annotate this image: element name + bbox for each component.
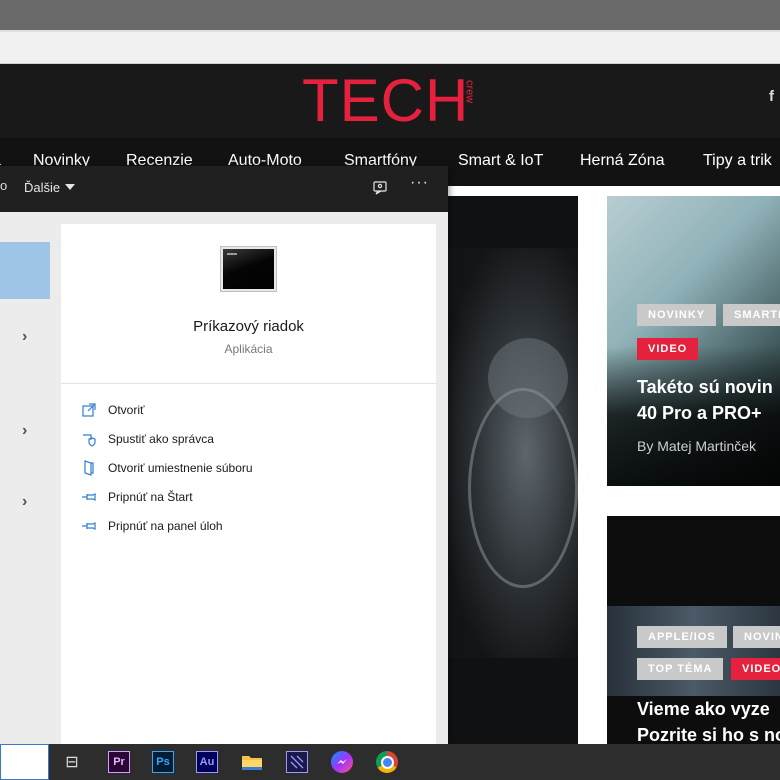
app-detail-pane: Príkazový riadok Aplikácia Otvoriť Spust… bbox=[61, 224, 436, 744]
article-title-line[interactable]: 40 Pro a PRO+ bbox=[637, 400, 762, 426]
shield-icon bbox=[83, 434, 96, 447]
command-prompt-icon-screen bbox=[223, 249, 274, 289]
tag-video[interactable]: VIDEO bbox=[637, 338, 699, 360]
action-open-file-location[interactable]: Otvoriť umiestnenie súboru bbox=[81, 458, 253, 478]
article-card[interactable]: NOVINKY SMARTF VIDEO Takéto sú novin 40 … bbox=[607, 196, 780, 486]
action-pin-to-start[interactable]: Pripnúť na Štart bbox=[81, 487, 193, 507]
hero-image-detail bbox=[468, 388, 578, 588]
action-label: Spustiť ako správca bbox=[108, 432, 214, 446]
windows-search-panel: o Ďalšie ··· › › › Príkazový riadok Apli… bbox=[0, 166, 448, 744]
pin-icon bbox=[82, 522, 96, 530]
more-filters-label: Ďalšie bbox=[24, 180, 61, 195]
best-match-item[interactable] bbox=[0, 242, 50, 299]
messenger-icon[interactable] bbox=[331, 751, 353, 773]
hero-article-image[interactable] bbox=[448, 196, 578, 744]
article-title-line[interactable]: Pozrite si ho s no bbox=[637, 722, 780, 744]
article-author: By Matej Martinček bbox=[637, 438, 757, 454]
chevron-right-icon[interactable]: › bbox=[22, 422, 27, 440]
audition-icon[interactable]: Au bbox=[196, 751, 218, 773]
tag-novinky[interactable]: NOVIN bbox=[733, 626, 780, 648]
article-card-image bbox=[607, 606, 780, 696]
open-icon bbox=[82, 403, 96, 417]
premiere-pro-icon[interactable]: Pr bbox=[108, 751, 130, 773]
taskbar-search-input[interactable] bbox=[0, 744, 49, 780]
tag-video[interactable]: VIDEO bbox=[731, 658, 780, 680]
more-options-icon[interactable]: ··· bbox=[410, 174, 429, 192]
divider bbox=[61, 383, 436, 384]
caret-down-icon bbox=[65, 184, 76, 190]
browser-title-bar bbox=[0, 0, 780, 30]
file-location-icon bbox=[84, 460, 94, 476]
logo-subtext: crew bbox=[463, 80, 476, 104]
app-type: Aplikácia bbox=[224, 342, 273, 356]
action-open[interactable]: Otvoriť bbox=[81, 400, 145, 420]
screen: TECH crew f a Novinky Recenzie Auto-Moto… bbox=[0, 0, 780, 780]
site-logo[interactable]: TECH crew bbox=[302, 68, 475, 134]
browser-address-bar[interactable] bbox=[0, 30, 780, 64]
search-panel-header: o Ďalšie ··· bbox=[0, 166, 448, 212]
encoder-glyph-icon bbox=[290, 755, 304, 769]
logo-text: TECH bbox=[302, 67, 470, 134]
action-label: Pripnúť na Štart bbox=[108, 490, 193, 504]
filter-tab-partial[interactable]: o bbox=[0, 178, 7, 193]
article-title-line[interactable]: Takéto sú novin bbox=[637, 374, 773, 400]
command-prompt-icon bbox=[220, 246, 277, 292]
photoshop-icon[interactable]: Ps bbox=[152, 751, 174, 773]
app-name: Príkazový riadok bbox=[193, 318, 304, 335]
nav-item-tipy[interactable]: Tipy a trik bbox=[703, 152, 772, 170]
article-card[interactable]: APPLE/IOS NOVIN TOP TÉMA VIDEO Vieme ako… bbox=[607, 516, 780, 744]
media-encoder-icon[interactable] bbox=[286, 751, 308, 773]
action-pin-to-taskbar[interactable]: Pripnúť na panel úloh bbox=[81, 516, 223, 536]
action-run-as-admin[interactable]: Spustiť ako správca bbox=[81, 429, 214, 449]
site-header: TECH crew f bbox=[0, 64, 780, 138]
action-label: Otvoriť umiestnenie súboru bbox=[108, 461, 253, 475]
taskbar: ⊟ Pr Ps Au bbox=[0, 744, 780, 780]
chrome-icon[interactable] bbox=[376, 751, 398, 773]
file-explorer-icon[interactable] bbox=[241, 751, 263, 773]
chevron-right-icon[interactable]: › bbox=[22, 328, 27, 346]
facebook-icon[interactable]: f bbox=[769, 88, 774, 105]
article-title-line[interactable]: Vieme ako vyze bbox=[637, 696, 770, 722]
more-filters-button[interactable]: Ďalšie bbox=[24, 180, 76, 195]
tag-top-tema[interactable]: TOP TÉMA bbox=[637, 658, 724, 680]
tag-apple-ios[interactable]: APPLE/IOS bbox=[637, 626, 727, 648]
pin-icon bbox=[82, 493, 96, 501]
messenger-bolt-icon bbox=[337, 759, 347, 764]
action-label: Pripnúť na panel úloh bbox=[108, 519, 223, 533]
tag-smartfony[interactable]: SMARTF bbox=[723, 304, 780, 326]
task-view-icon[interactable]: ⊟ bbox=[61, 751, 83, 773]
hero-image bbox=[448, 248, 578, 658]
nav-item-herna-zona[interactable]: Herná Zóna bbox=[580, 152, 665, 170]
action-label: Otvoriť bbox=[108, 403, 145, 417]
feedback-icon[interactable] bbox=[372, 180, 388, 196]
nav-item-smart-iot[interactable]: Smart & IoT bbox=[458, 152, 543, 170]
tag-novinky[interactable]: NOVINKY bbox=[637, 304, 717, 326]
chevron-right-icon[interactable]: › bbox=[22, 493, 27, 511]
folder-icon bbox=[242, 756, 262, 770]
